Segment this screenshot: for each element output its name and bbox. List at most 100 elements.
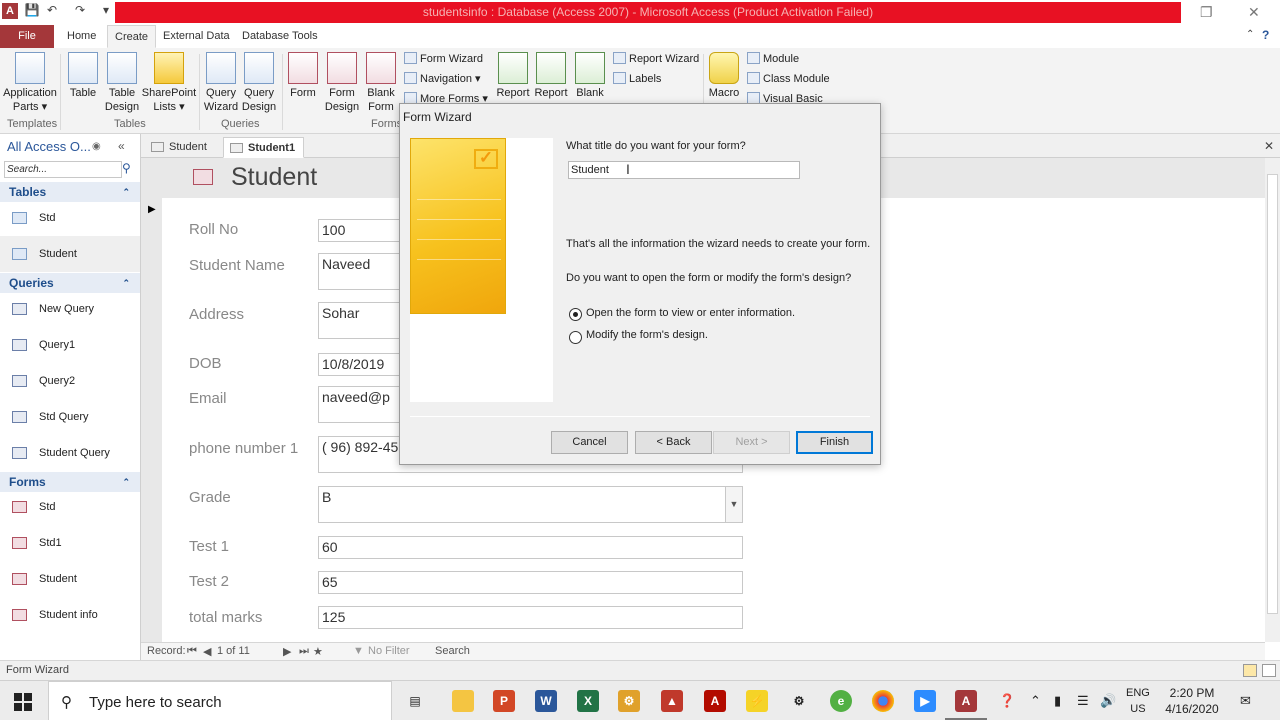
application-parts-button[interactable]: Application Parts ▾ bbox=[2, 52, 58, 114]
action-center-icon[interactable]: ✉ bbox=[1240, 693, 1251, 709]
close-document-icon[interactable]: ✕ bbox=[1264, 139, 1274, 153]
layout-view-icon[interactable] bbox=[1262, 664, 1276, 677]
windows-start-icon[interactable] bbox=[14, 693, 32, 711]
app-icon[interactable]: ▲ bbox=[661, 690, 683, 712]
table-button[interactable]: Table bbox=[66, 52, 100, 100]
nav-item-form-std1[interactable]: Std1 bbox=[0, 525, 140, 561]
test2-field[interactable]: 65 bbox=[318, 571, 743, 594]
nav-item-table-std[interactable]: Std bbox=[0, 200, 140, 236]
tab-database-tools[interactable]: Database Tools bbox=[235, 25, 325, 48]
macro-button[interactable]: Macro bbox=[706, 52, 742, 100]
save-icon[interactable]: 💾 bbox=[24, 3, 40, 19]
class-module-button[interactable]: Class Module bbox=[747, 72, 830, 85]
acrobat-icon[interactable]: A bbox=[704, 690, 726, 712]
open-form-radio[interactable] bbox=[569, 308, 582, 321]
current-record-input[interactable]: 1 of 11 bbox=[217, 645, 250, 657]
modify-design-radio[interactable] bbox=[569, 331, 582, 344]
record-search-input[interactable]: Search bbox=[435, 645, 470, 657]
tab-external-data[interactable]: External Data bbox=[156, 25, 237, 48]
network-icon[interactable]: ☰ bbox=[1077, 693, 1089, 709]
report-design-button[interactable]: Report bbox=[533, 52, 569, 100]
query-design-button[interactable]: Query Design bbox=[240, 52, 278, 114]
email-field[interactable]: naveed@p bbox=[318, 386, 408, 423]
first-record-icon[interactable]: ⏮ bbox=[187, 645, 197, 658]
search-icon[interactable]: ⚲ bbox=[122, 161, 131, 175]
tab-file[interactable]: File bbox=[0, 25, 54, 48]
redo-icon[interactable]: ↷ bbox=[72, 3, 88, 19]
customize-qat-icon[interactable]: ▾ bbox=[98, 3, 114, 19]
collapse-ribbon-icon[interactable]: ⌃ bbox=[1246, 29, 1254, 40]
nav-section-queries[interactable]: Queries ⌃ bbox=[0, 273, 140, 293]
nav-item-form-student-info[interactable]: Student info bbox=[0, 597, 140, 633]
new-record-icon[interactable]: ★ bbox=[313, 645, 323, 658]
shutter-bar-icon[interactable]: « bbox=[118, 134, 125, 159]
modify-design-label[interactable]: Modify the form's design. bbox=[586, 329, 708, 341]
no-filter-indicator[interactable]: No Filter bbox=[368, 645, 410, 657]
powerpoint-icon[interactable]: P bbox=[493, 690, 515, 712]
student-name-field[interactable]: Naveed bbox=[318, 253, 408, 290]
address-field[interactable]: Sohar bbox=[318, 302, 408, 339]
total-marks-field[interactable]: 125 bbox=[318, 606, 743, 629]
tab-home[interactable]: Home bbox=[60, 25, 103, 48]
back-button[interactable]: < Back bbox=[635, 431, 712, 454]
nav-menu-icon[interactable]: ◉ bbox=[92, 134, 101, 159]
chrome-icon[interactable] bbox=[872, 690, 894, 712]
nav-search-input[interactable]: Search... bbox=[4, 161, 122, 178]
volume-icon[interactable]: 🔊 bbox=[1100, 693, 1116, 709]
last-record-icon[interactable]: ⏭ bbox=[299, 645, 309, 658]
nav-item-form-std[interactable]: Std bbox=[0, 489, 140, 525]
nav-item-table-student[interactable]: Student bbox=[0, 236, 140, 272]
finish-button[interactable]: Finish bbox=[796, 431, 873, 454]
access-taskbar-icon[interactable]: A bbox=[945, 690, 987, 720]
query-wizard-button[interactable]: Query Wizard bbox=[202, 52, 240, 114]
doc-tab-student[interactable]: Student bbox=[145, 137, 215, 158]
word-icon[interactable]: W bbox=[535, 690, 557, 712]
excel-icon[interactable]: X bbox=[577, 690, 599, 712]
roll-no-field[interactable]: 100 bbox=[318, 219, 408, 242]
doc-tab-student1[interactable]: Student1 bbox=[223, 137, 305, 158]
cancel-button[interactable]: Cancel bbox=[551, 431, 628, 454]
app-icon[interactable]: ⚙ bbox=[618, 690, 640, 712]
nav-item-std-query[interactable]: Std Query bbox=[0, 399, 140, 435]
nav-section-tables[interactable]: Tables ⌃ bbox=[0, 182, 140, 202]
form-button[interactable]: Form bbox=[286, 52, 320, 100]
restore-icon[interactable]: ❐ bbox=[1200, 4, 1213, 21]
input-language-indicator[interactable]: ENG US bbox=[1126, 685, 1150, 717]
test1-field[interactable]: 60 bbox=[318, 536, 743, 559]
labels-button[interactable]: Labels bbox=[613, 72, 661, 85]
help-icon[interactable]: ? bbox=[1262, 28, 1269, 42]
undo-icon[interactable]: ↶ bbox=[44, 3, 60, 19]
next-record-icon[interactable]: ▶ bbox=[283, 645, 291, 658]
system-clock[interactable]: 2:20 PM 4/16/2020 bbox=[1160, 685, 1224, 717]
previous-record-icon[interactable]: ◀ bbox=[203, 645, 211, 658]
close-window-icon[interactable]: ✕ bbox=[1248, 4, 1260, 21]
blank-form-button[interactable]: Blank Form bbox=[363, 52, 399, 114]
nav-item-form-student[interactable]: Student bbox=[0, 561, 140, 597]
report-button[interactable]: Report bbox=[496, 52, 530, 100]
sharepoint-lists-button[interactable]: SharePoint Lists ▾ bbox=[141, 52, 197, 114]
dob-field[interactable]: 10/8/2019 bbox=[318, 353, 408, 376]
vertical-scrollbar[interactable] bbox=[1265, 158, 1280, 642]
open-form-label[interactable]: Open the form to view or enter informati… bbox=[586, 307, 795, 319]
chevron-down-icon[interactable]: ▼ bbox=[725, 487, 742, 522]
blank-report-button[interactable]: Blank bbox=[574, 52, 606, 100]
module-button[interactable]: Module bbox=[747, 52, 799, 65]
form-title-input[interactable]: Student bbox=[568, 161, 800, 179]
record-selector[interactable]: ▶ bbox=[141, 198, 162, 642]
form-design-button[interactable]: Form Design bbox=[323, 52, 361, 114]
grade-combo[interactable]: B ▼ bbox=[318, 486, 743, 523]
app-icon[interactable]: ⚙ bbox=[788, 690, 810, 712]
table-design-button[interactable]: Table Design bbox=[102, 52, 142, 114]
nav-item-query1[interactable]: Query1 bbox=[0, 327, 140, 363]
tab-create[interactable]: Create bbox=[107, 25, 157, 48]
nav-item-student-query[interactable]: Student Query bbox=[0, 435, 140, 471]
zoom-icon[interactable]: ▶ bbox=[914, 690, 936, 712]
help-icon[interactable]: ❓ bbox=[999, 693, 1015, 709]
show-hidden-icons-icon[interactable]: ⌃ bbox=[1030, 693, 1041, 709]
nav-item-query2[interactable]: Query2 bbox=[0, 363, 140, 399]
nav-pane-header[interactable]: All Access O... ◉ « bbox=[0, 134, 141, 159]
battery-icon[interactable]: ▮ bbox=[1054, 693, 1061, 709]
navigation-button[interactable]: Navigation ▾ bbox=[404, 72, 481, 85]
form-wizard-button[interactable]: Form Wizard bbox=[404, 52, 483, 65]
report-wizard-button[interactable]: Report Wizard bbox=[613, 52, 699, 65]
